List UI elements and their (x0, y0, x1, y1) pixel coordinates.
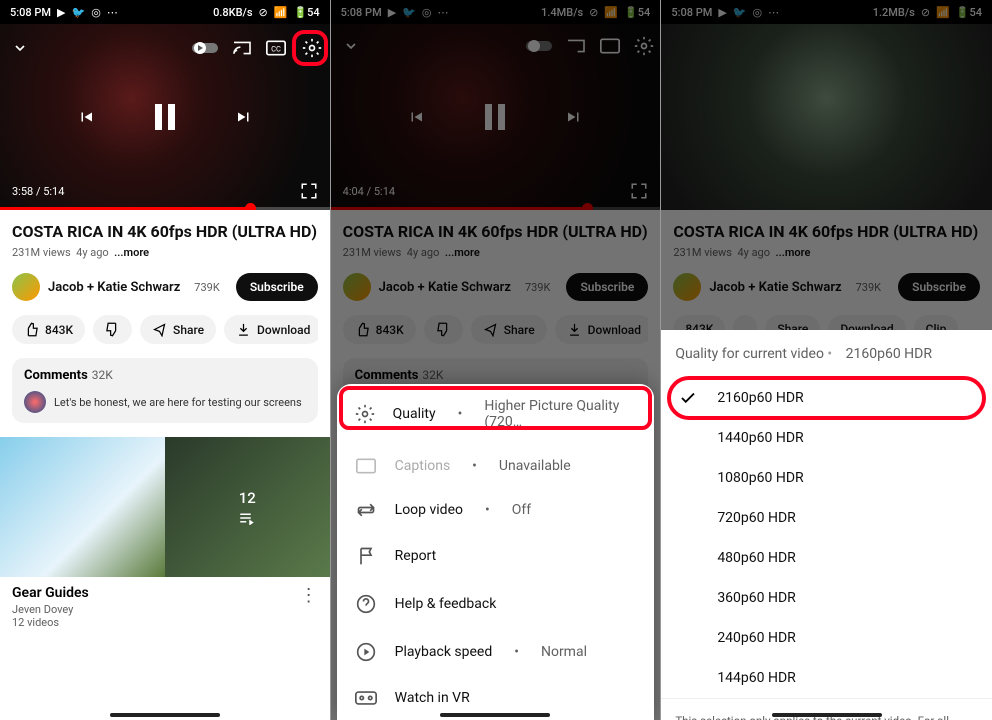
subscribe-button[interactable]: Subscribe (236, 273, 318, 301)
playlist-count: 12 (239, 489, 256, 507)
channel-link[interactable]: Jacob + Katie Schwarz 739K (12, 273, 220, 301)
phone-screen-3: 5:08 PM▶🐦◎⋯ 1.2MB/s⊘📶🔋54 COSTA RICA IN 4… (661, 0, 992, 720)
commenter-avatar (24, 391, 46, 413)
net-rate: 0.8KB/s (213, 6, 252, 19)
top-comment: Let's be honest, we are here for testing… (54, 396, 302, 409)
more-link[interactable]: ...more (114, 246, 149, 259)
menu-speed[interactable]: Playback speed•Normal (337, 628, 655, 676)
cc-icon (355, 458, 377, 474)
loop-icon (355, 502, 377, 518)
instagram-status-icon: ◎ (91, 6, 101, 19)
reco-title[interactable]: Gear Guides (12, 585, 89, 601)
twitter-status-icon: 🐦 (72, 6, 86, 19)
quality-option-2160[interactable]: 2160p60 HDR (661, 378, 992, 418)
check-icon (679, 389, 697, 407)
quality-header: Quality for current video • 2160p60 HDR (661, 330, 992, 378)
cast-icon[interactable] (232, 40, 252, 56)
wifi-icon: 📶 (274, 6, 288, 19)
video-title[interactable]: COSTA RICA IN 4K 60fps HDR (ULTRA HD) (12, 222, 318, 242)
video-meta[interactable]: 231M views 4y ago ...more (12, 246, 318, 259)
menu-loop[interactable]: Loop video•Off (337, 488, 655, 532)
menu-captions: Captions•Unavailable (337, 444, 655, 488)
phone-screen-2: 5:08 PM▶🐦◎⋯ 1.4MB/s⊘📶🔋54 4:04 / 5:14 COS… (331, 0, 662, 720)
menu-quality-value: Higher Picture Quality (720… (484, 398, 636, 430)
action-chips: 843K Share Download Clip (12, 315, 318, 344)
next-icon[interactable] (235, 108, 253, 126)
download-button[interactable]: Download (224, 315, 318, 344)
home-indicator[interactable] (440, 713, 550, 717)
progress-bar[interactable] (0, 207, 330, 210)
reco-thumb-playlist: 12 (165, 437, 330, 577)
comments-count: 32K (92, 368, 113, 382)
status-time: 5:08 PM (10, 6, 51, 19)
video-details: COSTA RICA IN 4K 60fps HDR (ULTRA HD) 23… (0, 210, 330, 423)
menu-help[interactable]: Help & feedback (337, 580, 655, 628)
quality-option-144[interactable]: 144p60 HDR (661, 658, 992, 698)
play-circle-icon (355, 642, 377, 662)
quality-option-1080[interactable]: 1080p60 HDR (661, 458, 992, 498)
help-icon (355, 594, 377, 614)
quality-current: 2160p60 HDR (846, 346, 932, 362)
playlist-icon (238, 511, 256, 525)
channel-name: Jacob + Katie Schwarz (48, 280, 180, 295)
battery-icon: 🔋54 (293, 6, 319, 19)
video-player[interactable]: CC 3:58 / 5:14 (0, 24, 330, 210)
reco-more-icon[interactable]: ⋮ (300, 585, 318, 606)
pause-icon[interactable] (155, 104, 175, 130)
more-status-icon: ⋯ (107, 6, 118, 19)
quality-option-240[interactable]: 240p60 HDR (661, 618, 992, 658)
quality-option-480[interactable]: 480p60 HDR (661, 538, 992, 578)
reco-thumb-drone (0, 437, 165, 577)
collapse-icon[interactable] (12, 40, 28, 56)
vr-icon (355, 691, 377, 705)
phone-screen-1: 5:08 PM ▶ 🐦 ◎ ⋯ 0.8KB/s ⊘ 📶 🔋54 CC (0, 0, 331, 720)
like-button[interactable]: 843K (12, 315, 85, 344)
status-bar: 5:08 PM ▶ 🐦 ◎ ⋯ 0.8KB/s ⊘ 📶 🔋54 (0, 0, 330, 24)
no-sim-icon: ⊘ (259, 6, 268, 19)
recommendation-row[interactable]: 12 (0, 437, 330, 577)
youtube-status-icon: ▶ (57, 6, 65, 19)
flag-icon (355, 546, 377, 566)
settings-gear-icon[interactable] (300, 36, 324, 60)
gear-icon (355, 404, 375, 424)
autoplay-toggle[interactable] (192, 41, 218, 55)
quality-sheet: Quality for current video • 2160p60 HDR … (661, 330, 992, 720)
channel-subs: 739K (194, 281, 219, 294)
channel-avatar (12, 273, 40, 301)
comments-card[interactable]: Comments 32K Let's be honest, we are here… (12, 358, 318, 423)
menu-report[interactable]: Report (337, 532, 655, 580)
comments-label: Comments (24, 368, 88, 383)
quality-option-360[interactable]: 360p60 HDR (661, 578, 992, 618)
prev-icon[interactable] (77, 108, 95, 126)
svg-text:CC: CC (271, 44, 281, 53)
menu-quality[interactable]: Quality•Higher Picture Quality (720… (337, 384, 655, 444)
share-button[interactable]: Share (140, 315, 216, 344)
cc-icon[interactable]: CC (266, 40, 286, 56)
video-time: 3:58 / 5:14 (12, 185, 64, 198)
dislike-button[interactable] (93, 315, 132, 344)
home-indicator[interactable] (110, 713, 220, 717)
settings-sheet: Quality•Higher Picture Quality (720… Cap… (337, 384, 655, 720)
quality-option-1440[interactable]: 1440p60 HDR (661, 418, 992, 458)
quality-option-720[interactable]: 720p60 HDR (661, 498, 992, 538)
fullscreen-icon[interactable] (300, 182, 318, 200)
home-indicator[interactable] (772, 713, 882, 717)
menu-quality-label: Quality (393, 406, 436, 422)
